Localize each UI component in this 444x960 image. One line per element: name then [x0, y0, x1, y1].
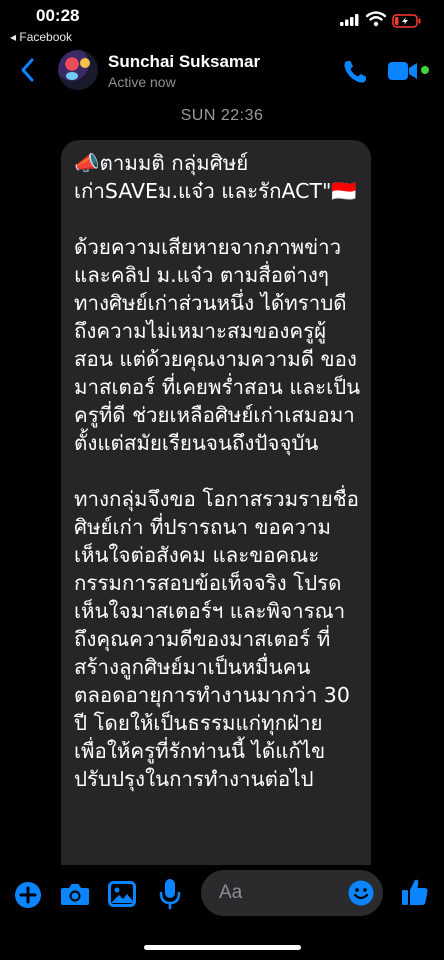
back-chevron-icon[interactable]: [20, 58, 34, 82]
microphone-icon[interactable]: [159, 878, 181, 910]
battery-low-icon: [392, 14, 421, 28]
message-bubble[interactable]: 📣ตามมติ กลุ่มศิษย์เก่าSAVEม.แจ๋ว และรักA…: [61, 140, 371, 900]
home-indicator[interactable]: [144, 945, 301, 950]
video-camera-icon[interactable]: [387, 60, 419, 82]
message-composer: Aa: [0, 865, 444, 925]
chat-header: Sunchai Suksamar Active now: [0, 46, 444, 102]
message-input[interactable]: Aa: [201, 870, 383, 916]
image-icon[interactable]: [108, 881, 136, 907]
clock: 00:28: [36, 6, 80, 25]
phone-icon[interactable]: [341, 58, 369, 86]
online-indicator: [421, 66, 429, 74]
thumbs-up-icon[interactable]: [400, 877, 430, 907]
wifi-icon: [366, 11, 386, 27]
message-text: 📣ตามมติ กลุ่มศิษย์เก่าSAVEม.แจ๋ว และรักA…: [74, 151, 361, 791]
active-status: Active now: [108, 74, 176, 90]
input-placeholder: Aa: [219, 882, 243, 903]
date-stamp: SUN 22:36: [180, 107, 264, 124]
back-to-app-link[interactable]: ◂ Facebook: [10, 30, 72, 44]
contact-name[interactable]: Sunchai Suksamar: [108, 52, 260, 72]
camera-icon[interactable]: [60, 881, 90, 907]
plus-circle-icon[interactable]: [14, 881, 42, 909]
smiley-icon[interactable]: [348, 880, 374, 906]
cellular-signal-icon: [340, 14, 359, 26]
contact-avatar[interactable]: [58, 50, 98, 90]
status-bar: 00:28 ◂ Facebook: [0, 0, 444, 46]
